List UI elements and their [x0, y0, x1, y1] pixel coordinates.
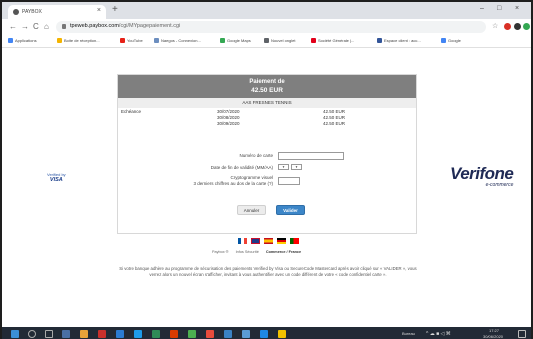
lock-icon — [62, 24, 66, 29]
explorer-icon[interactable] — [80, 330, 88, 338]
bookmark-item[interactable]: YouTube — [120, 38, 143, 43]
merchant-name: AAS FRESNES TENNIS — [118, 98, 416, 108]
schedule-amount: 42.50 EUR — [323, 121, 346, 126]
flag-de-icon[interactable] — [277, 238, 286, 244]
naegos-icon — [154, 38, 159, 43]
bookmark-item[interactable]: Google Maps — [220, 38, 251, 43]
verifone-logo: Verifone e-commerce — [450, 164, 514, 188]
cvv-label: Cryptogramme visuel — [230, 175, 273, 180]
cvv-help-label: 3 derniers chiffres au dos de la carte (… — [193, 181, 273, 186]
cvv-input[interactable] — [278, 177, 300, 185]
bookmark-item[interactable]: Boite de réception... — [57, 38, 100, 43]
schedule-amount: 42.50 EUR — [323, 115, 346, 120]
bookmark-item[interactable]: Nouvel onglet — [264, 38, 295, 43]
schedule-date: 30/07/2020 — [217, 109, 240, 114]
clock-date[interactable]: 30/06/2020 — [483, 334, 503, 339]
maps-icon — [220, 38, 225, 43]
browser-tab[interactable]: PAYBOX × — [8, 5, 106, 19]
bookmark-item[interactable]: Applications — [8, 38, 37, 43]
tray-icons[interactable]: ^ ☁ ■ ◁ ⌘ — [426, 331, 451, 337]
validate-button[interactable]: Valider — [276, 205, 305, 215]
bookmark-item[interactable]: Espace client : acc... — [377, 38, 421, 43]
maximize-button[interactable]: □ — [497, 5, 501, 12]
app-icon[interactable] — [260, 330, 268, 338]
browser-tab-strip: PAYBOX × + – □ × — [2, 2, 531, 19]
google-icon — [441, 38, 446, 43]
browser-toolbar: ← → C ⌂ tpeweb.paybox.com/cgi/MYpagepaie… — [2, 19, 531, 36]
payment-panel: Paiement de 42.50 EUR AAS FRESNES TENNIS… — [117, 74, 417, 234]
flag-es-icon[interactable] — [264, 238, 273, 244]
bookmark-item[interactable]: Google — [441, 38, 461, 43]
bookmarks-bar: Applications Boite de réception... YouTu… — [2, 36, 531, 48]
card-number-label: Numéro de carte — [239, 153, 273, 158]
start-icon[interactable] — [11, 330, 19, 338]
globe-icon — [264, 38, 269, 43]
screen: PAYBOX × + – □ × ← → C ⌂ tpeweb.paybox.c… — [0, 0, 533, 339]
reload-icon[interactable]: C — [33, 22, 39, 31]
bookmark-star-icon[interactable]: ☆ — [492, 22, 498, 30]
windows-taskbar: Bureau ^ ☁ ■ ◁ ⌘ 17:27 30/06/2020 — [2, 327, 531, 339]
app-icon[interactable] — [242, 330, 250, 338]
minimize-button[interactable]: – — [480, 5, 484, 12]
schedule-date: 30/09/2020 — [217, 121, 240, 126]
extension-icon[interactable] — [504, 23, 511, 30]
address-bar[interactable]: tpeweb.paybox.com/cgi/MYpagepaiement.cgi — [56, 21, 486, 33]
url-text: tpeweb.paybox.com/cgi/MYpagepaiement.cgi — [70, 23, 181, 29]
commerce-link[interactable]: Commerce / France — [266, 250, 301, 254]
mail-icon — [57, 38, 62, 43]
chrome-icon[interactable] — [188, 330, 196, 338]
expiry-year-select[interactable]: ▾ — [291, 164, 302, 170]
payment-title: Paiement de — [249, 79, 285, 85]
flag-fr-icon[interactable] — [238, 238, 247, 244]
app-icon[interactable] — [152, 330, 160, 338]
expiry-label: Date de fin de validité (MM/AA) — [210, 165, 273, 170]
bookmark-item[interactable]: Naegos - Connexion... — [154, 38, 201, 43]
app-icon[interactable] — [134, 330, 142, 338]
schedule-amount: 42.50 EUR — [323, 109, 346, 114]
home-icon[interactable]: ⌂ — [44, 22, 49, 31]
profile-avatar[interactable] — [523, 23, 530, 30]
card-number-input[interactable] — [278, 152, 344, 160]
payment-amount: 42.50 EUR — [251, 87, 283, 94]
tab-title: PAYBOX — [22, 9, 42, 15]
apps-icon — [8, 38, 13, 43]
app-icon[interactable] — [98, 330, 106, 338]
payment-page: Verified by VISA Verifone e-commerce Pai… — [2, 48, 531, 327]
tab-favicon-icon — [13, 9, 19, 15]
extension-icon[interactable] — [514, 23, 521, 30]
bookmark-item[interactable]: Société Générale |... — [311, 38, 354, 43]
clock-time[interactable]: 17:27 — [489, 328, 499, 333]
cancel-button[interactable]: Annuler — [237, 205, 266, 215]
search-icon[interactable] — [28, 330, 36, 338]
app-icon[interactable] — [62, 330, 70, 338]
app-icon[interactable] — [170, 330, 178, 338]
youtube-icon — [120, 38, 125, 43]
task-view-icon[interactable] — [45, 330, 53, 338]
payment-header: Paiement de 42.50 EUR — [118, 75, 416, 98]
close-window-button[interactable]: × — [515, 5, 519, 12]
footer-links: Paybox ® Infos Sécurité Commerce / Franc… — [212, 250, 307, 254]
expiry-month-select[interactable]: ▾ — [278, 164, 289, 170]
app-icon[interactable] — [224, 330, 232, 338]
app-icon[interactable] — [206, 330, 214, 338]
back-arrow-icon[interactable]: ← — [9, 22, 17, 31]
notifications-icon[interactable] — [518, 330, 526, 338]
verified-by-visa-logo: Verified by VISA — [47, 172, 66, 183]
schedule-date: 30/08/2020 — [217, 115, 240, 120]
flag-pt-icon[interactable] — [290, 238, 299, 244]
desktop-label[interactable]: Bureau — [402, 331, 415, 336]
account-icon — [377, 38, 382, 43]
paybox-link[interactable]: Paybox ® — [212, 250, 229, 254]
app-icon[interactable] — [116, 330, 124, 338]
schedule-label: Echéance — [121, 109, 142, 114]
new-tab-button[interactable]: + — [112, 4, 118, 15]
security-info-link[interactable]: Infos Sécurité — [236, 250, 259, 254]
flag-gb-icon[interactable] — [251, 238, 260, 244]
bank-icon — [311, 38, 316, 43]
forward-arrow-icon[interactable]: → — [21, 22, 29, 31]
security-info-text: Si votre banque adhère au programme de s… — [119, 266, 417, 277]
tab-close-icon[interactable]: × — [97, 7, 101, 14]
app-icon[interactable] — [278, 330, 286, 338]
